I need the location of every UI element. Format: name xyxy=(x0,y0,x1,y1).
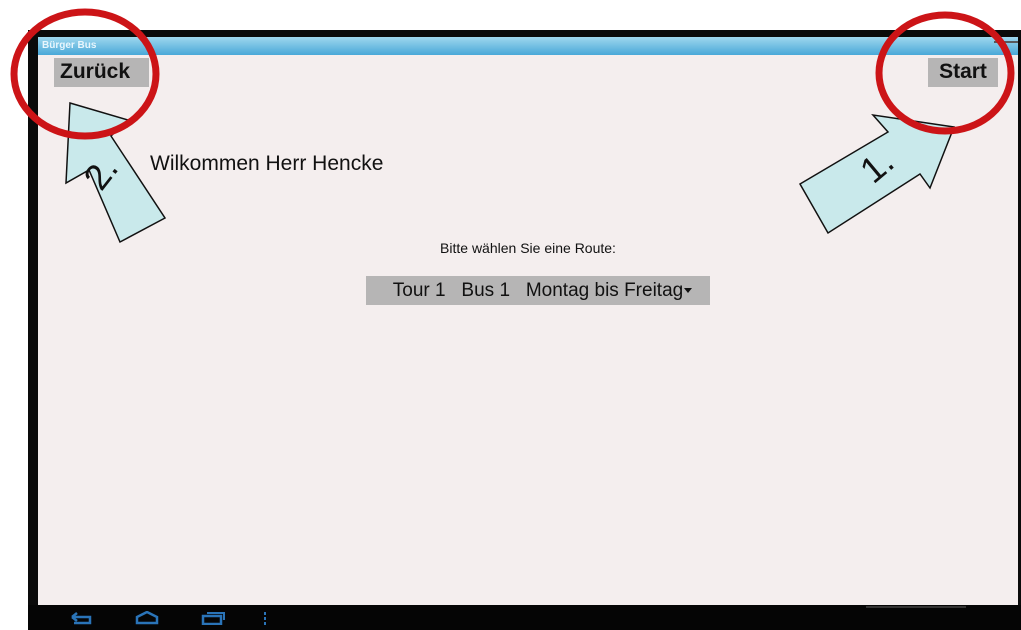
annotation-circle-start xyxy=(875,11,1015,135)
annotation-overlay xyxy=(10,8,1015,244)
